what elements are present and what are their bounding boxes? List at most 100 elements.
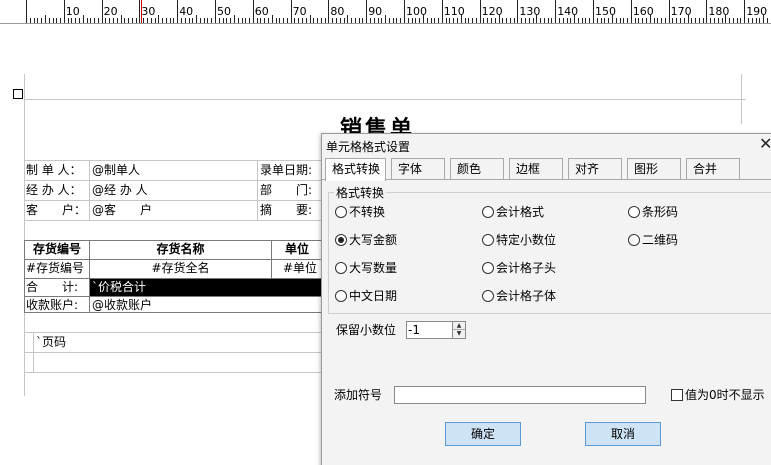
tab-font[interactable]: 字体 — [391, 158, 445, 180]
ruler-tick — [755, 18, 757, 23]
radio-label: 特定小数位 — [496, 233, 557, 247]
dept-label[interactable]: 部 门: — [260, 182, 312, 200]
ruler-label: 110 — [443, 5, 465, 18]
ruler-tick — [475, 18, 477, 23]
ruler-tick — [441, 0, 443, 23]
customer-value[interactable]: @客 户 — [92, 202, 152, 220]
ruler-tick — [283, 18, 284, 23]
stepper-up-icon[interactable]: ▲ — [453, 322, 465, 330]
ruler-tick — [286, 18, 288, 23]
ruler-label: 80 — [330, 5, 345, 18]
ruler-tick — [158, 15, 160, 23]
maker-value[interactable]: @制单人 — [92, 162, 140, 180]
maker-label[interactable]: 制 单 人： — [26, 162, 82, 180]
radio-barcode[interactable]: 条形码 — [628, 204, 678, 220]
radio-dot-2 — [628, 206, 640, 218]
customer-label[interactable]: 客 户： — [26, 202, 86, 220]
entry-date-label[interactable]: 录单日期: — [260, 162, 312, 180]
ruler-tick — [301, 18, 303, 23]
ruler-tick — [120, 15, 122, 23]
handler-value[interactable]: @经 办 人 — [92, 182, 148, 200]
close-icon[interactable]: ✕ — [759, 136, 771, 152]
selection-handle[interactable] — [13, 89, 23, 99]
table-cell-code[interactable]: #存货编号 — [26, 260, 84, 278]
ruler-tick — [112, 18, 114, 23]
ruler-tick — [698, 18, 700, 23]
radio-qrcode[interactable]: 二维码 — [628, 232, 678, 248]
radio-specific-decimal[interactable]: 特定小数位 — [482, 232, 556, 248]
app-root: 10 20 30 40 50 60 70 80 90 100 110 120 130 140 150 160 1… — [0, 0, 771, 465]
summary-label[interactable]: 摘 要: — [260, 202, 312, 220]
tab-format-convert[interactable]: 格式转换 — [325, 158, 386, 181]
radio-capital-amount[interactable]: 大写金额 — [335, 232, 397, 248]
ruler-tick — [317, 18, 319, 23]
tab-align[interactable]: 对齐 — [568, 158, 622, 180]
ruler-tick — [653, 18, 655, 23]
decimal-input[interactable] — [408, 323, 452, 337]
ruler-tick — [547, 18, 549, 23]
ruler-tick — [332, 18, 334, 23]
total-value-cell[interactable]: `价税合计 — [90, 279, 322, 296]
decimal-stepper[interactable]: ▲ ▼ — [406, 321, 466, 339]
ruler-tick — [199, 18, 201, 23]
account-value[interactable]: @收款账户 — [92, 297, 152, 315]
total-label[interactable]: 合 计: — [26, 279, 78, 297]
col-line — [33, 332, 34, 372]
radio-accounting-format[interactable]: 会计格式 — [482, 204, 544, 220]
margin-guide-top — [24, 99, 746, 100]
handler-label[interactable]: 经 办 人： — [26, 182, 82, 200]
table-header-name[interactable]: 存货名称 — [90, 241, 271, 259]
radio-no-convert[interactable]: 不转换 — [335, 204, 385, 220]
table-cell-unit[interactable]: #单位 — [283, 260, 317, 278]
ruler-tick — [354, 18, 356, 23]
ruler-tick — [517, 0, 519, 23]
radio-capital-quantity[interactable]: 大写数量 — [335, 260, 397, 276]
ruler-tick — [377, 18, 379, 23]
table-header-unit[interactable]: 单位 — [272, 241, 322, 259]
ruler-tick — [169, 18, 171, 23]
radio-label: 不转换 — [349, 205, 386, 219]
ruler-tick — [449, 18, 451, 23]
tab-color[interactable]: 颜色 — [450, 158, 504, 180]
ruler-tick — [226, 18, 228, 23]
zero-hide-checkbox[interactable]: 值为0时不显示 — [671, 387, 765, 403]
ruler-tick — [267, 18, 269, 23]
ruler-tick — [589, 18, 591, 23]
ruler-tick — [211, 18, 213, 23]
tab-merge[interactable]: 合并 — [686, 158, 740, 180]
ruler-tick — [184, 18, 186, 23]
tab-border[interactable]: 边框 — [509, 158, 563, 180]
radio-chinese-date[interactable]: 中文日期 — [335, 288, 397, 304]
ruler-tick — [94, 18, 95, 23]
stepper-down-icon[interactable]: ▼ — [453, 330, 465, 338]
ruler-tick — [249, 18, 250, 23]
ruler-label: 90 — [368, 5, 383, 18]
page-code[interactable]: `页码 — [36, 334, 66, 352]
ruler-tick — [487, 18, 489, 23]
row-line — [24, 332, 322, 333]
ruler-tick — [404, 0, 405, 23]
ruler-tick — [657, 18, 659, 23]
radio-accounting-grid-head[interactable]: 会计格子头 — [482, 260, 556, 276]
account-label[interactable]: 收款账户: — [26, 297, 78, 315]
cancel-button[interactable]: 取消 — [585, 422, 661, 446]
ruler-tick — [627, 18, 628, 23]
table-cell-name[interactable]: #存货全名 — [90, 260, 271, 278]
ruler-tick — [305, 18, 307, 23]
ok-button[interactable]: 确定 — [445, 422, 521, 446]
tab-graphic[interactable]: 图形 — [627, 158, 681, 180]
ruler-tick — [124, 18, 126, 23]
ruler-tick — [585, 18, 587, 23]
radio-accounting-grid-body[interactable]: 会计格子体 — [482, 288, 556, 304]
ruler-tick — [203, 18, 205, 23]
ruler-tick — [566, 18, 568, 23]
row-line — [24, 372, 322, 373]
ruler-tick — [702, 18, 704, 23]
ruler-tick — [540, 18, 542, 23]
ruler-tick — [691, 18, 693, 23]
ruler-tick — [116, 18, 118, 23]
symbol-input[interactable] — [394, 386, 646, 404]
ruler-tick — [506, 18, 508, 23]
table-header-code[interactable]: 存货编号 — [25, 241, 89, 259]
ruler-tick — [396, 18, 398, 23]
